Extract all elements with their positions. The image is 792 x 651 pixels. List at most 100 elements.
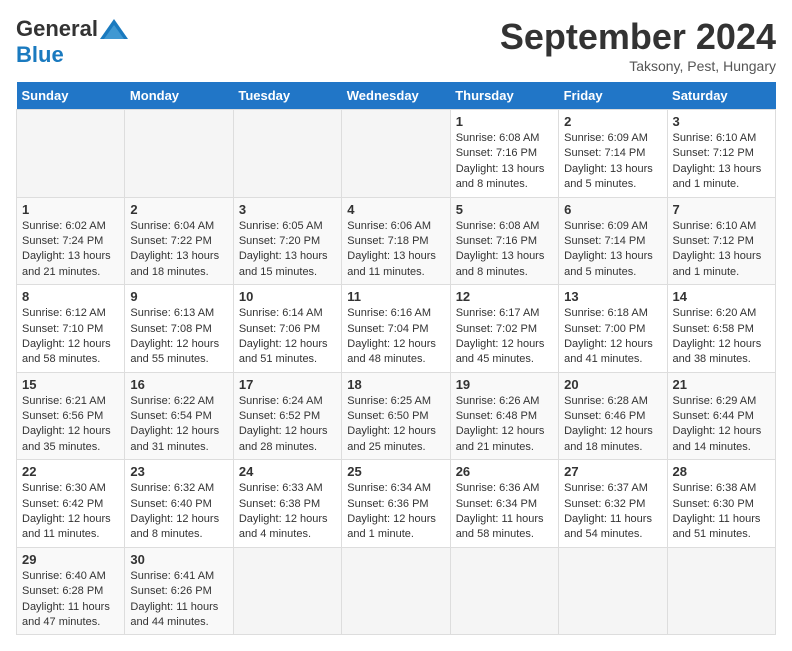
calendar-cell [559, 547, 667, 635]
month-title: September 2024 [500, 16, 776, 58]
day-number: 11 [347, 289, 444, 304]
day-number: 12 [456, 289, 553, 304]
calendar-cell [667, 547, 775, 635]
day-number: 3 [239, 202, 336, 217]
cell-info: Sunrise: 6:29 AMSunset: 6:44 PMDaylight:… [673, 394, 770, 456]
cell-info: Sunrise: 6:05 AMSunset: 7:20 PMDaylight:… [239, 219, 336, 281]
calendar-week-row: 15Sunrise: 6:21 AMSunset: 6:56 PMDayligh… [17, 372, 776, 460]
calendar-cell: 14 Sunrise: 6:20 AMSunset: 6:58 PMDayligh… [667, 285, 775, 373]
calendar-cell: 25Sunrise: 6:34 AMSunset: 6:36 PMDayligh… [342, 460, 450, 548]
calendar-cell: 2Sunrise: 6:09 AMSunset: 7:14 PMDaylight… [559, 110, 667, 198]
calendar-cell: 6 Sunrise: 6:09 AMSunset: 7:14 PMDaylight… [559, 197, 667, 285]
day-header-wednesday: Wednesday [342, 82, 450, 110]
calendar-week-row: 1 Sunrise: 6:02 AMSunset: 7:24 PMDaylight… [17, 197, 776, 285]
day-number: 6 [564, 202, 661, 217]
day-number: 3 [673, 114, 770, 129]
calendar-week-row: 1 Sunrise: 6:08 AMSunset: 7:16 PMDaylight… [17, 110, 776, 198]
page-header: General Blue September 2024 Taksony, Pes… [16, 16, 776, 74]
calendar-cell: 10 Sunrise: 6:14 AMSunset: 7:06 PMDayligh… [233, 285, 341, 373]
calendar-cell: 23 Sunrise: 6:32 AMSunset: 6:40 PMDayligh… [125, 460, 233, 548]
day-number: 9 [130, 289, 227, 304]
calendar-cell [233, 110, 341, 198]
cell-info: Sunrise: 6:10 AMSunset: 7:12 PMDaylight:… [673, 219, 770, 281]
calendar-cell: 26 Sunrise: 6:36 AMSunset: 6:34 PMDayligh… [450, 460, 558, 548]
cell-info: Sunrise: 6:28 AMSunset: 6:46 PMDaylight:… [564, 394, 661, 456]
title-section: September 2024 Taksony, Pest, Hungary [500, 16, 776, 74]
cell-info: Sunrise: 6:14 AMSunset: 7:06 PMDaylight:… [239, 306, 336, 368]
day-header-monday: Monday [125, 82, 233, 110]
calendar-cell: 11 Sunrise: 6:16 AMSunset: 7:04 PMDayligh… [342, 285, 450, 373]
calendar-cell: 19 Sunrise: 6:26 AMSunset: 6:48 PMDayligh… [450, 372, 558, 460]
calendar-cell: 20 Sunrise: 6:28 AMSunset: 6:46 PMDayligh… [559, 372, 667, 460]
day-number: 7 [673, 202, 770, 217]
calendar-cell: 18 Sunrise: 6:25 AMSunset: 6:50 PMDayligh… [342, 372, 450, 460]
cell-info: Sunrise: 6:08 AMSunset: 7:16 PMDaylight:… [456, 131, 553, 193]
cell-info: Sunrise: 6:37 AMSunset: 6:32 PMDaylight:… [564, 481, 661, 543]
calendar-week-row: 8Sunrise: 6:12 AMSunset: 7:10 PMDaylight… [17, 285, 776, 373]
day-number: 16 [130, 377, 227, 392]
cell-info: Sunrise: 6:25 AMSunset: 6:50 PMDaylight:… [347, 394, 444, 456]
calendar-cell: 3 Sunrise: 6:05 AMSunset: 7:20 PMDaylight… [233, 197, 341, 285]
cell-info: Sunrise: 6:33 AMSunset: 6:38 PMDaylight:… [239, 481, 336, 543]
day-number: 5 [456, 202, 553, 217]
calendar-cell [342, 547, 450, 635]
cell-info: Sunrise: 6:13 AMSunset: 7:08 PMDaylight:… [130, 306, 227, 368]
calendar-table: SundayMondayTuesdayWednesdayThursdayFrid… [16, 82, 776, 635]
calendar-cell: 17Sunrise: 6:24 AMSunset: 6:52 PMDayligh… [233, 372, 341, 460]
cell-info: Sunrise: 6:36 AMSunset: 6:34 PMDaylight:… [456, 481, 553, 543]
cell-info: Sunrise: 6:41 AMSunset: 6:26 PMDaylight:… [130, 569, 227, 631]
day-number: 23 [130, 464, 227, 479]
day-number: 13 [564, 289, 661, 304]
cell-info: Sunrise: 6:08 AMSunset: 7:16 PMDaylight:… [456, 219, 553, 281]
day-number: 19 [456, 377, 553, 392]
cell-info: Sunrise: 6:06 AMSunset: 7:18 PMDaylight:… [347, 219, 444, 281]
calendar-cell: 1 Sunrise: 6:08 AMSunset: 7:16 PMDaylight… [450, 110, 558, 198]
day-number: 20 [564, 377, 661, 392]
cell-info: Sunrise: 6:16 AMSunset: 7:04 PMDaylight:… [347, 306, 444, 368]
day-number: 26 [456, 464, 553, 479]
calendar-cell [125, 110, 233, 198]
day-number: 14 [673, 289, 770, 304]
cell-info: Sunrise: 6:26 AMSunset: 6:48 PMDaylight:… [456, 394, 553, 456]
calendar-cell: 15Sunrise: 6:21 AMSunset: 6:56 PMDayligh… [17, 372, 125, 460]
calendar-cell: 1 Sunrise: 6:02 AMSunset: 7:24 PMDaylight… [17, 197, 125, 285]
cell-info: Sunrise: 6:18 AMSunset: 7:00 PMDaylight:… [564, 306, 661, 368]
calendar-cell [342, 110, 450, 198]
calendar-cell: 3Sunrise: 6:10 AMSunset: 7:12 PMDaylight… [667, 110, 775, 198]
logo-icon [100, 19, 128, 39]
day-number: 18 [347, 377, 444, 392]
day-header-sunday: Sunday [17, 82, 125, 110]
cell-info: Sunrise: 6:09 AMSunset: 7:14 PMDaylight:… [564, 131, 661, 193]
day-number: 27 [564, 464, 661, 479]
calendar-cell: 7 Sunrise: 6:10 AMSunset: 7:12 PMDaylight… [667, 197, 775, 285]
logo-general-text: General [16, 16, 98, 42]
cell-info: Sunrise: 6:20 AMSunset: 6:58 PMDaylight:… [673, 306, 770, 368]
day-number: 15 [22, 377, 119, 392]
cell-info: Sunrise: 6:34 AMSunset: 6:36 PMDaylight:… [347, 481, 444, 543]
calendar-cell: 24Sunrise: 6:33 AMSunset: 6:38 PMDayligh… [233, 460, 341, 548]
day-number: 1 [22, 202, 119, 217]
calendar-cell [17, 110, 125, 198]
cell-info: Sunrise: 6:22 AMSunset: 6:54 PMDaylight:… [130, 394, 227, 456]
day-number: 30 [130, 552, 227, 567]
calendar-cell: 12 Sunrise: 6:17 AMSunset: 7:02 PMDayligh… [450, 285, 558, 373]
day-number: 1 [456, 114, 553, 129]
cell-info: Sunrise: 6:32 AMSunset: 6:40 PMDaylight:… [130, 481, 227, 543]
day-number: 17 [239, 377, 336, 392]
calendar-cell: 29Sunrise: 6:40 AMSunset: 6:28 PMDayligh… [17, 547, 125, 635]
cell-info: Sunrise: 6:40 AMSunset: 6:28 PMDaylight:… [22, 569, 119, 631]
day-header-tuesday: Tuesday [233, 82, 341, 110]
day-header-thursday: Thursday [450, 82, 558, 110]
cell-info: Sunrise: 6:09 AMSunset: 7:14 PMDaylight:… [564, 219, 661, 281]
calendar-cell: 21Sunrise: 6:29 AMSunset: 6:44 PMDayligh… [667, 372, 775, 460]
calendar-cell: 16 Sunrise: 6:22 AMSunset: 6:54 PMDayligh… [125, 372, 233, 460]
day-number: 22 [22, 464, 119, 479]
day-number: 10 [239, 289, 336, 304]
calendar-header-row: SundayMondayTuesdayWednesdayThursdayFrid… [17, 82, 776, 110]
calendar-cell: 5 Sunrise: 6:08 AMSunset: 7:16 PMDaylight… [450, 197, 558, 285]
day-number: 28 [673, 464, 770, 479]
cell-info: Sunrise: 6:02 AMSunset: 7:24 PMDaylight:… [22, 219, 119, 281]
calendar-cell [450, 547, 558, 635]
calendar-cell: 27 Sunrise: 6:37 AMSunset: 6:32 PMDayligh… [559, 460, 667, 548]
cell-info: Sunrise: 6:17 AMSunset: 7:02 PMDaylight:… [456, 306, 553, 368]
